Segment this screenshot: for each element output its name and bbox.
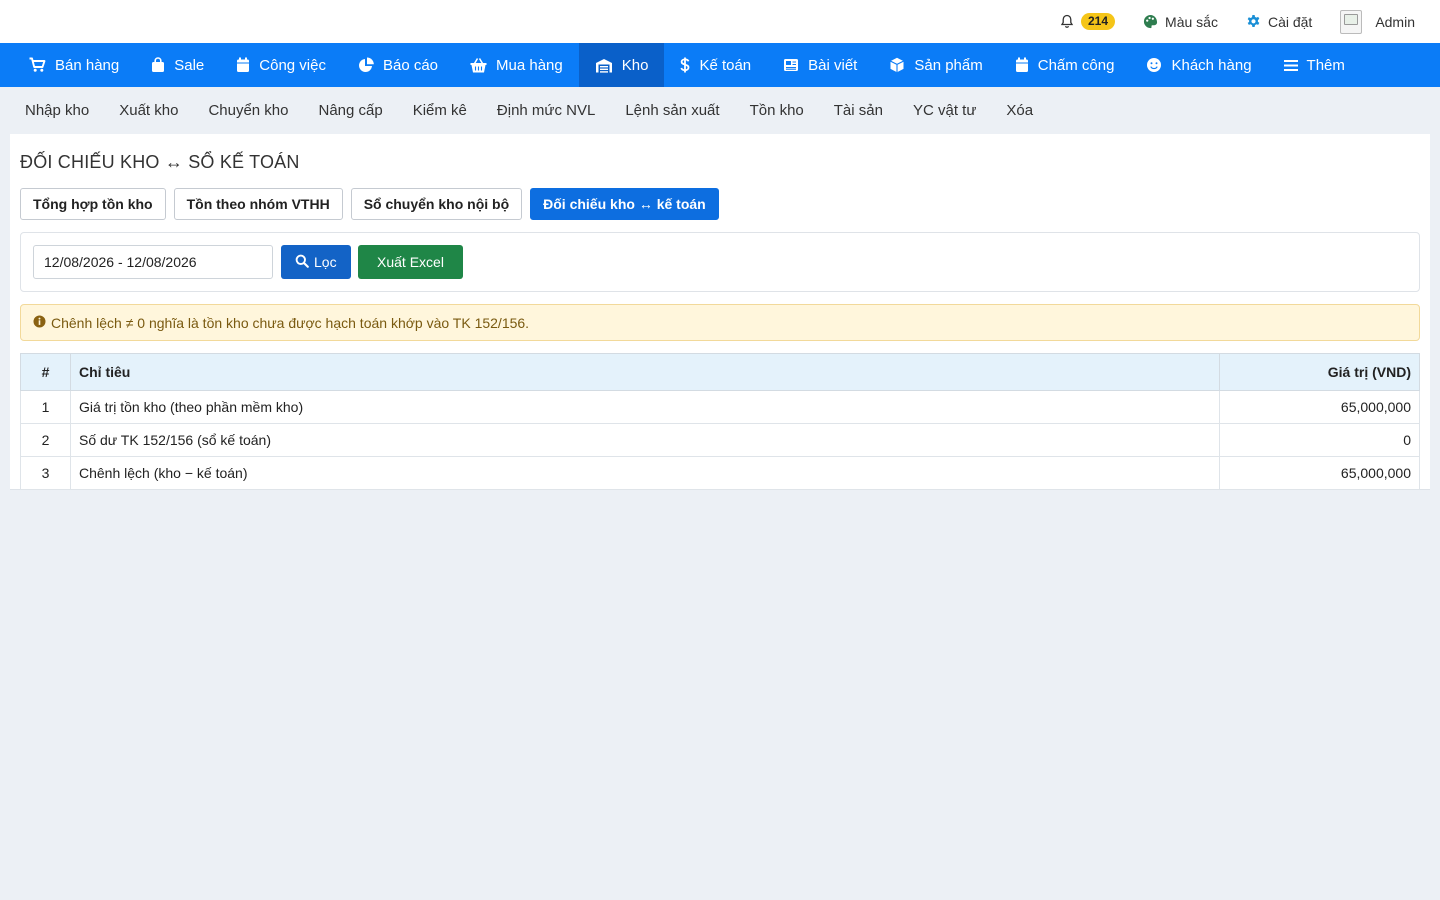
- filter-button-label: Lọc: [314, 254, 337, 270]
- nav-item-cham-cong[interactable]: Chấm công: [999, 43, 1131, 87]
- top-bar: 214 Màu sắc Cài đặt Admin: [0, 0, 1440, 43]
- subnav-item-kiem-ke[interactable]: Kiểm kê: [398, 102, 482, 119]
- nav-item-them[interactable]: Thêm: [1268, 43, 1361, 87]
- alert-text: Chênh lệch ≠ 0 nghĩa là tồn kho chưa đượ…: [51, 314, 530, 331]
- column-header-gia-tri: Giá trị (VND): [1219, 353, 1420, 391]
- info-icon: [33, 315, 46, 331]
- palette-icon: [1143, 14, 1158, 29]
- nav-label: Thêm: [1306, 56, 1345, 74]
- nav-label: Mua hàng: [496, 56, 563, 74]
- nav-label: Báo cáo: [382, 56, 439, 74]
- subnav-item-yc-vat-tu[interactable]: YC vật tư: [898, 102, 991, 119]
- calendar-icon: [1015, 57, 1029, 73]
- filter-button[interactable]: Lọc: [281, 245, 351, 279]
- subnav-item-ton-kho[interactable]: Tồn kho: [735, 102, 819, 119]
- gear-icon: [1246, 14, 1261, 29]
- tab-tong-hop-ton-kho[interactable]: Tổng hợp tồn kho: [20, 188, 166, 220]
- cart-icon: [29, 57, 46, 73]
- basket-icon: [470, 57, 487, 73]
- avatar: [1340, 9, 1363, 34]
- main-nav: Bán hàng Sale Công việc Báo cáo Mua hàng…: [0, 43, 1440, 87]
- dollar-icon: [680, 57, 690, 73]
- nav-item-ke-toan[interactable]: Kế toán: [664, 43, 767, 87]
- table-row: 3 Chênh lệch (kho − kế toán) 65,000,000: [20, 456, 1420, 490]
- settings-label: Cài đặt: [1267, 13, 1313, 30]
- date-range-input[interactable]: [33, 245, 273, 279]
- row-value: 65,000,000: [1219, 456, 1420, 490]
- nav-label: Khách hàng: [1171, 56, 1252, 74]
- row-index: 2: [20, 423, 71, 457]
- tab-ton-theo-nhom-vthh[interactable]: Tồn theo nhóm VTHH: [173, 188, 343, 220]
- sub-nav: Nhập kho Xuất kho Chuyển kho Nâng cấp Ki…: [0, 87, 1440, 134]
- user-name: Admin: [1375, 13, 1415, 30]
- row-index: 3: [20, 456, 71, 490]
- subnav-item-xuat-kho[interactable]: Xuất kho: [104, 102, 193, 119]
- nav-label: Sale: [174, 56, 205, 74]
- row-name: Số dư TK 152/156 (sổ kế toán): [70, 423, 1220, 457]
- reconciliation-table: # Chỉ tiêu Giá trị (VND) 1 Giá trị tồn k…: [20, 353, 1420, 490]
- warehouse-icon: [595, 58, 613, 73]
- subnav-item-chuyen-kho[interactable]: Chuyển kho: [193, 102, 303, 119]
- smile-icon: [1146, 57, 1162, 73]
- page-title: ĐỐI CHIẾU KHO ↔ SỔ KẾ TOÁN: [20, 152, 300, 172]
- color-theme-label: Màu sắc: [1165, 13, 1218, 30]
- subnav-item-nang-cap[interactable]: Nâng cấp: [304, 102, 398, 119]
- nav-item-sale[interactable]: Sale: [135, 43, 220, 87]
- row-value: 65,000,000: [1219, 390, 1420, 424]
- nav-label: Bài viết: [808, 56, 858, 74]
- nav-item-san-pham[interactable]: Sản phẩm: [873, 43, 998, 87]
- info-alert: Chênh lệch ≠ 0 nghĩa là tồn kho chưa đượ…: [20, 304, 1420, 341]
- row-value: 0: [1219, 423, 1420, 457]
- nav-label: Sản phẩm: [914, 56, 983, 74]
- report-tabs: Tổng hợp tồn kho Tồn theo nhóm VTHH Sổ c…: [20, 188, 719, 220]
- column-header-chi-tieu: Chỉ tiêu: [70, 353, 1220, 391]
- column-header-index: #: [20, 353, 71, 391]
- subnav-item-lenh-san-xuat[interactable]: Lệnh sản xuất: [610, 102, 734, 119]
- notification-badge: 214: [1081, 13, 1116, 30]
- search-icon: [295, 254, 309, 271]
- nav-label: Bán hàng: [55, 56, 120, 74]
- subnav-item-dinh-muc-nvl[interactable]: Định mức NVL: [482, 102, 610, 119]
- bell-icon: [1060, 14, 1074, 29]
- nav-item-khach-hang[interactable]: Khách hàng: [1130, 43, 1267, 87]
- newspaper-icon: [783, 58, 799, 72]
- table-header-row: # Chỉ tiêu Giá trị (VND): [20, 353, 1420, 391]
- nav-item-bai-viet[interactable]: Bài viết: [767, 43, 873, 87]
- nav-item-ban-hang[interactable]: Bán hàng: [13, 43, 135, 87]
- nav-item-mua-hang[interactable]: Mua hàng: [454, 43, 579, 87]
- subnav-item-tai-san[interactable]: Tài sản: [819, 102, 898, 119]
- notification-button[interactable]: 214: [1060, 13, 1116, 30]
- export-excel-button[interactable]: Xuất Excel: [358, 245, 463, 279]
- export-excel-label: Xuất Excel: [377, 254, 444, 270]
- nav-item-cong-viec[interactable]: Công việc: [220, 43, 342, 87]
- filter-box: Lọc Xuất Excel: [20, 232, 1420, 292]
- bag-icon: [151, 57, 165, 73]
- nav-label: Kho: [621, 56, 649, 74]
- nav-item-bao-cao[interactable]: Báo cáo: [342, 43, 454, 87]
- row-index: 1: [20, 390, 71, 424]
- subnav-item-xoa[interactable]: Xóa: [991, 102, 1048, 119]
- menu-icon: [1283, 59, 1298, 72]
- nav-label: Kế toán: [699, 56, 752, 74]
- nav-label: Chấm công: [1037, 56, 1115, 74]
- calendar-icon: [236, 57, 250, 73]
- content-panel: ĐỐI CHIẾU KHO ↔ SỔ KẾ TOÁN Tổng hợp tồn …: [10, 134, 1430, 490]
- box-icon: [889, 57, 905, 73]
- row-name: Giá trị tồn kho (theo phần mềm kho): [70, 390, 1220, 424]
- row-name: Chênh lệch (kho − kế toán): [70, 456, 1220, 490]
- tab-doi-chieu-kho-ke-toan[interactable]: Đối chiếu kho ↔ kế toán: [530, 188, 719, 220]
- nav-label: Công việc: [259, 56, 326, 74]
- user-menu[interactable]: Admin: [1340, 9, 1415, 34]
- table-row: 1 Giá trị tồn kho (theo phần mềm kho) 65…: [20, 390, 1420, 424]
- tab-so-chuyen-kho-noi-bo[interactable]: Sổ chuyển kho nội bộ: [350, 188, 523, 220]
- subnav-item-nhap-kho[interactable]: Nhập kho: [10, 102, 104, 119]
- table-row: 2 Số dư TK 152/156 (sổ kế toán) 0: [20, 423, 1420, 457]
- settings-button[interactable]: Cài đặt: [1246, 14, 1312, 30]
- pie-chart-icon: [358, 57, 374, 73]
- color-theme-button[interactable]: Màu sắc: [1143, 14, 1218, 30]
- nav-item-kho[interactable]: Kho: [578, 43, 665, 87]
